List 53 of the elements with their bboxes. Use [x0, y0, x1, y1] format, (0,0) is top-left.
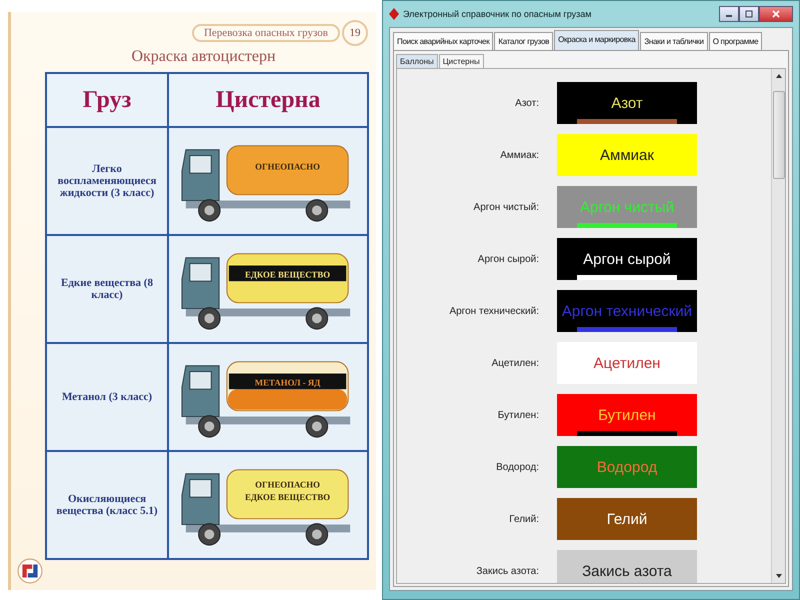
swatch-text: Ацетилен: [594, 354, 660, 372]
scroll-thumb[interactable]: [772, 91, 784, 179]
swatch-text: Аргон технический: [562, 302, 692, 320]
gas-label: Аргон технический:: [448, 306, 540, 316]
swatch-text: Закись азота: [582, 562, 672, 580]
diamond-icon: [389, 8, 399, 20]
scroll-up-icon[interactable]: [774, 73, 782, 79]
gas-label: Бутилен:: [496, 410, 540, 420]
maximize-button[interactable]: [739, 6, 759, 22]
swatch-text: Водород: [596, 458, 658, 476]
gas-label: Ацетилен:: [490, 358, 540, 368]
column-header: Груз: [46, 73, 168, 127]
gas-label: Закись азота:: [475, 566, 540, 576]
window-title: Электронный справочник по опасным грузам: [403, 9, 592, 19]
swatch-text: Аммиак: [600, 146, 654, 164]
tab[interactable]: Каталог грузов: [494, 32, 554, 50]
tank-label: ЕДКОЕ ВЕЩЕСТВО: [244, 492, 330, 502]
tab[interactable]: Знаки и таблички: [640, 32, 708, 50]
gas-label: Водород:: [495, 462, 540, 472]
column-header: Цистерна: [168, 73, 368, 127]
tab[interactable]: Цистерны: [438, 54, 484, 68]
page-number: 19: [342, 20, 368, 46]
gas-label: Аммиак:: [499, 150, 540, 160]
cargo-cell: Едкие вещества (8 класс): [46, 235, 168, 343]
tank-label: ОГНЕОПАСНО: [255, 161, 320, 172]
tab[interactable]: Баллоны: [396, 54, 438, 68]
gas-label: Азот:: [514, 98, 540, 108]
gas-label: Аргон чистый:: [472, 202, 540, 212]
tank-label: ЕДКОЕ ВЕЩЕСТВО: [244, 269, 330, 280]
swatch-text: Аргон чистый: [580, 198, 674, 216]
gas-label: Аргон сырой:: [476, 254, 540, 264]
swatch-text: Гелий: [606, 510, 648, 528]
cargo-cell: Окисляющиеся вещества (класс 5.1): [46, 451, 168, 559]
tank-label: МЕТАНОЛ - ЯД: [254, 377, 320, 388]
swatch-text: Аргон сырой: [583, 250, 671, 268]
close-icon: [772, 10, 780, 18]
tank-label: ОГНЕОПАСНО: [255, 479, 320, 490]
swatch-text: Азот: [611, 94, 643, 112]
maximize-icon: [745, 10, 753, 18]
tab[interactable]: Окраска и маркировка: [554, 30, 640, 50]
cargo-cell: Легко воспламеняющиеся жидкости (3 класс): [46, 127, 168, 235]
tab[interactable]: О программе: [708, 32, 762, 50]
swatch-text: Бутилен: [598, 406, 656, 424]
close-button[interactable]: [759, 6, 793, 22]
cargo-cell: Метанол (3 класс): [46, 343, 168, 451]
scroll-down-icon[interactable]: [774, 573, 782, 579]
scrollbar[interactable]: [771, 69, 785, 583]
slide-header: Перевозка опасных грузов: [192, 24, 340, 42]
gas-label: Гелий:: [508, 514, 540, 524]
tab[interactable]: Поиск аварийных карточек: [393, 32, 494, 50]
logo-icon: [17, 558, 43, 584]
minimize-button[interactable]: [719, 6, 739, 22]
slide-title: Окраска автоцистерн: [130, 48, 277, 66]
